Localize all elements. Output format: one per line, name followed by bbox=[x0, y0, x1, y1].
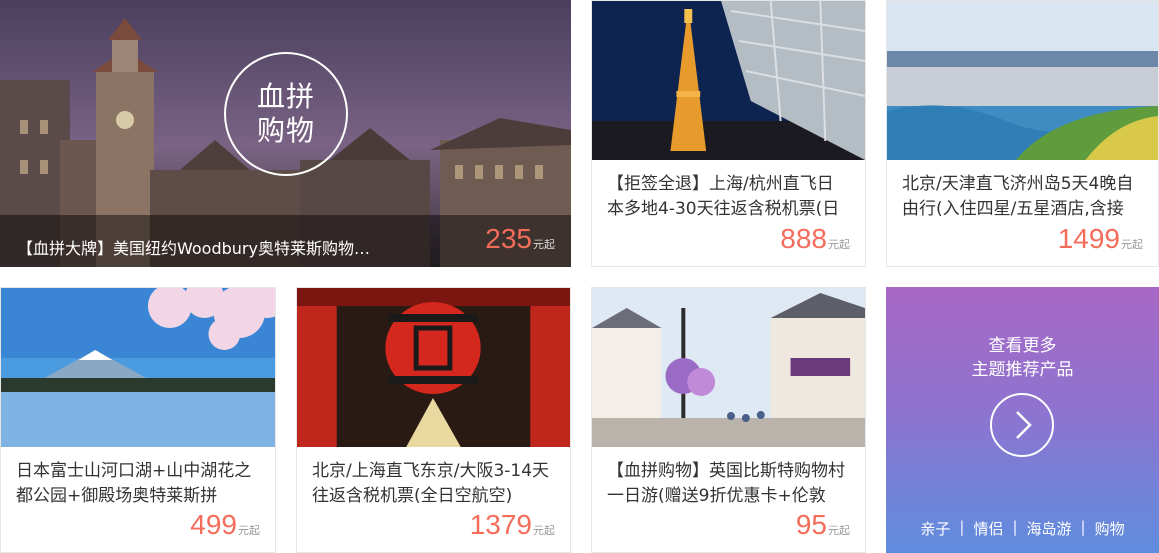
mount-fuji-image bbox=[1, 288, 275, 447]
product-card[interactable]: 北京/天津直飞济州岛5天4晚自由行(入住四星/五星酒店,含接 1499元起 bbox=[886, 0, 1159, 267]
badge-line1: 血拼 bbox=[256, 80, 315, 113]
asakusa-lantern-image bbox=[297, 288, 570, 447]
card-price-unit: 元起 bbox=[533, 524, 555, 537]
tag-separator: | bbox=[959, 518, 965, 536]
tag-separator: | bbox=[1012, 518, 1018, 536]
product-card[interactable]: 【拒签全退】上海/杭州直飞日本多地4-30天往返含税机票(日 888元起 bbox=[591, 0, 866, 267]
card-price: 95元起 bbox=[796, 510, 850, 540]
feature-title[interactable]: 【血拼大牌】美国纽约Woodbury奥特莱斯购物… bbox=[17, 235, 417, 259]
badge-circle: 血拼 购物 bbox=[224, 52, 348, 176]
tag-couples[interactable]: 情侣 bbox=[973, 518, 1003, 539]
card-title[interactable]: 【血拼购物】英国比斯特购物村一日游(赠送9折优惠卡+伦敦 bbox=[607, 459, 850, 509]
product-card[interactable]: 【血拼购物】英国比斯特购物村一日游(赠送9折优惠卡+伦敦 95元起 bbox=[591, 287, 866, 553]
feature-price-value: 235 bbox=[485, 223, 532, 254]
card-price-value: 95 bbox=[795, 509, 827, 540]
card-title[interactable]: 【拒签全退】上海/杭州直飞日本多地4-30天往返含税机票(日 bbox=[607, 172, 850, 222]
tag-separator: | bbox=[1080, 518, 1086, 536]
card-price: 888元起 bbox=[780, 224, 850, 254]
badge-line2: 购物 bbox=[256, 114, 315, 147]
chevron-right-icon[interactable] bbox=[990, 393, 1054, 457]
card-price-value: 499 bbox=[190, 509, 237, 540]
bicester-village-image bbox=[592, 288, 865, 447]
card-price: 1379元起 bbox=[470, 510, 555, 540]
more-line2: 主题推荐产品 bbox=[971, 360, 1074, 380]
card-title[interactable]: 北京/上海直飞东京/大阪3-14天往返含税机票(全日空航空) bbox=[312, 459, 555, 509]
card-price-value: 1379 bbox=[469, 509, 532, 540]
tag-island[interactable]: 海岛游 bbox=[1027, 518, 1072, 539]
card-title[interactable]: 日本富士山河口湖+山中湖花之都公园+御殿场奥特莱斯拼 bbox=[16, 459, 260, 509]
theme-tags: 亲子 | 情侣 | 海岛游 | 购物 bbox=[886, 518, 1159, 539]
card-price-unit: 元起 bbox=[828, 524, 850, 537]
feature-price-unit: 元起 bbox=[533, 238, 555, 251]
card-price-value: 888 bbox=[780, 223, 827, 254]
card-price: 1499元起 bbox=[1058, 224, 1143, 254]
more-line1: 查看更多 bbox=[988, 336, 1057, 356]
product-card[interactable]: 北京/上海直飞东京/大阪3-14天往返含税机票(全日空航空) 1379元起 bbox=[296, 287, 571, 553]
tag-family[interactable]: 亲子 bbox=[920, 518, 950, 539]
card-price-unit: 元起 bbox=[1121, 238, 1143, 251]
nagoya-tower-image bbox=[592, 1, 865, 160]
card-price: 499元起 bbox=[190, 510, 260, 540]
card-price-unit: 元起 bbox=[238, 524, 260, 537]
card-price-value: 1499 bbox=[1057, 223, 1120, 254]
more-themes-card[interactable]: 查看更多 主题推荐产品 亲子 | 情侣 | 海岛游 | 购物 bbox=[886, 287, 1159, 553]
product-card[interactable]: 日本富士山河口湖+山中湖花之都公园+御殿场奥特莱斯拼 499元起 bbox=[0, 287, 276, 553]
card-title[interactable]: 北京/天津直飞济州岛5天4晚自由行(入住四星/五星酒店,含接 bbox=[902, 172, 1143, 222]
feature-card[interactable]: 血拼 购物 【血拼大牌】美国纽约Woodbury奥特莱斯购物… 235元起 bbox=[0, 0, 571, 267]
tag-shopping[interactable]: 购物 bbox=[1095, 518, 1125, 539]
jeju-coast-image bbox=[887, 1, 1158, 160]
feature-price: 235元起 bbox=[485, 224, 555, 254]
more-themes-text: 查看更多 主题推荐产品 bbox=[886, 334, 1159, 382]
card-price-unit: 元起 bbox=[828, 238, 850, 251]
